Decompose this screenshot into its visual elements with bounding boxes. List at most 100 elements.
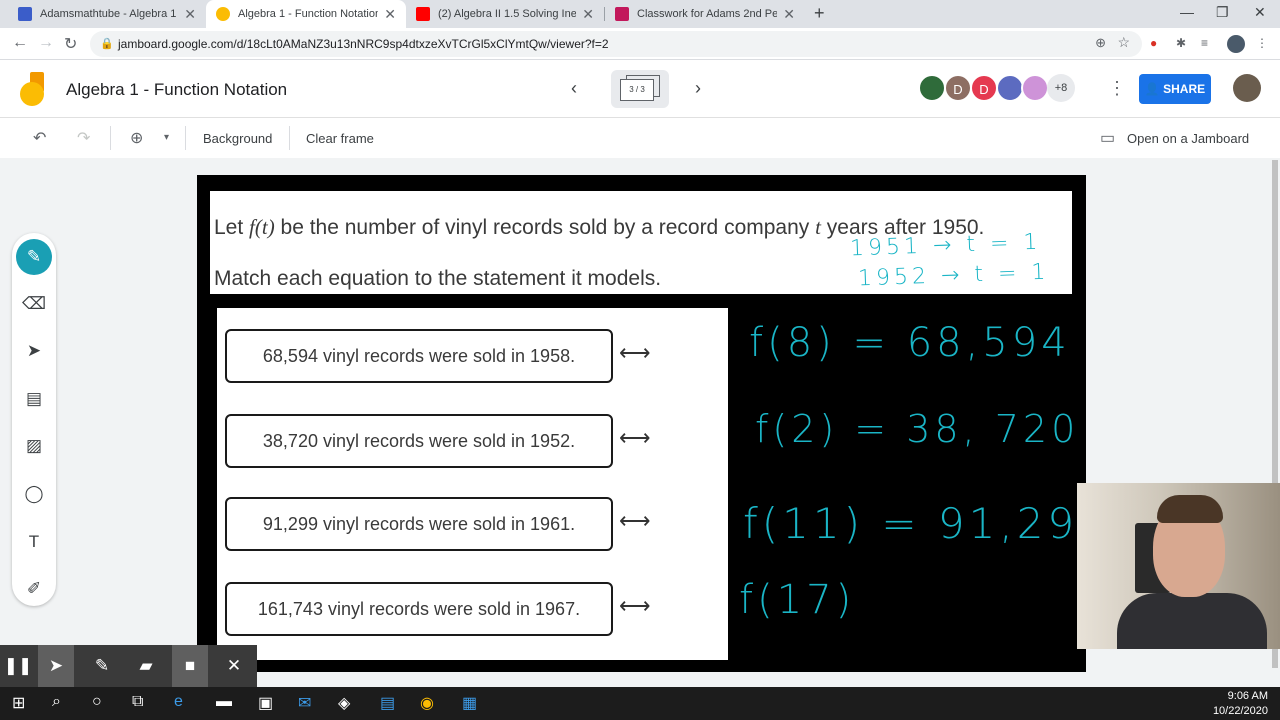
chrome-menu-icon[interactable]: ⋮ bbox=[1256, 36, 1268, 50]
collaborator-avatar[interactable] bbox=[918, 74, 946, 102]
app-window-icon[interactable]: ▦ bbox=[462, 693, 477, 713]
tab-title: Algebra 1 - Function Notation - G bbox=[238, 8, 379, 20]
cortana-icon[interactable]: ○ bbox=[92, 693, 102, 711]
account-avatar[interactable] bbox=[1233, 74, 1261, 102]
double-arrow-icon: ⟷ bbox=[619, 508, 651, 533]
sticky-note-tool-icon[interactable]: ▤ bbox=[18, 383, 50, 415]
pause-icon[interactable]: ❚❚ bbox=[0, 645, 36, 687]
url-text[interactable]: jamboard.google.com/d/18cLt0AMaNZ3u13nNR… bbox=[118, 37, 609, 51]
problem-image: Let f(t) be the number of vinyl records … bbox=[210, 191, 1072, 294]
browser-tab-youtube[interactable]: (2) Algebra II 1.5 Solving Inequali ✕ bbox=[406, 0, 604, 28]
select-tool-icon[interactable]: ➤ bbox=[18, 335, 50, 367]
add-image-tool-icon[interactable]: ▨ bbox=[18, 430, 50, 462]
youtube-favicon-icon bbox=[416, 7, 430, 21]
jamboard-toolbar: ↶ ↷ ⊕ ▾ Background Clear frame ▭ Open on… bbox=[0, 118, 1280, 158]
previous-frame-icon[interactable]: ‹ bbox=[571, 78, 577, 99]
webcam-overlay bbox=[1077, 483, 1280, 649]
document-title[interactable]: Algebra 1 - Function Notation bbox=[66, 80, 287, 100]
screen-recorder-toolbar: ❚❚ ➤ ✎ ▰ ■ ✕ bbox=[0, 645, 257, 687]
statements-panel: 68,594 vinyl records were sold in 1958. … bbox=[217, 308, 728, 660]
collaborator-avatar[interactable] bbox=[996, 74, 1024, 102]
close-icon[interactable]: ✕ bbox=[216, 645, 252, 687]
jamboard-logo[interactable] bbox=[20, 72, 48, 106]
next-frame-icon[interactable]: › bbox=[695, 78, 701, 99]
bookmark-star-icon[interactable]: ☆ bbox=[1117, 34, 1130, 51]
reload-icon[interactable]: ↻ bbox=[64, 34, 77, 54]
cast-to-jamboard-icon[interactable]: ▭ bbox=[1100, 128, 1115, 148]
collaborator-avatar[interactable] bbox=[1021, 74, 1049, 102]
close-tab-icon[interactable]: ✕ bbox=[384, 6, 396, 23]
collaborator-avatar[interactable]: D bbox=[970, 74, 998, 102]
minimize-icon[interactable]: — bbox=[1180, 4, 1194, 20]
task-view-icon[interactable]: ⧉ bbox=[132, 693, 143, 711]
eraser-tool-icon[interactable]: ⌫ bbox=[18, 288, 50, 320]
search-icon[interactable]: ⌕ bbox=[52, 693, 61, 711]
chrome-icon[interactable]: ◉ bbox=[420, 693, 434, 713]
remote-desktop-icon[interactable]: ▤ bbox=[380, 693, 395, 713]
statement-card: 161,743 vinyl records were sold in 1967. bbox=[225, 582, 613, 636]
system-clock[interactable]: 9:06 AM 10/22/2020 bbox=[1213, 689, 1268, 719]
frame-indicator: 3 / 3 bbox=[620, 79, 654, 101]
open-on-jamboard-button[interactable]: Open on a Jamboard bbox=[1127, 131, 1249, 146]
browser-tab-classroom[interactable]: Classwork for Adams 2nd Period ✕ bbox=[605, 0, 805, 28]
highlighter-icon[interactable]: ▰ bbox=[128, 645, 164, 687]
close-window-icon[interactable]: ✕ bbox=[1254, 4, 1266, 21]
close-tab-icon[interactable]: ✕ bbox=[582, 6, 594, 23]
double-arrow-icon: ⟷ bbox=[619, 340, 651, 365]
undo-icon[interactable]: ↶ bbox=[33, 128, 46, 148]
new-tab-icon[interactable]: + bbox=[814, 3, 825, 24]
windows-taskbar: ⊞ ⌕ ○ ⧉ e ▬ ▣ ✉ ◈ ▤ ◉ ▦ 9:06 AM 10/22/20… bbox=[0, 687, 1280, 720]
handwritten-note: 1951 → t = 1 bbox=[849, 229, 1042, 262]
frame-bar-button[interactable]: 3 / 3 bbox=[611, 70, 669, 108]
toolbar-divider bbox=[110, 126, 111, 150]
file-explorer-icon[interactable]: ▬ bbox=[216, 693, 232, 711]
clear-frame-button[interactable]: Clear frame bbox=[306, 131, 374, 146]
statement-card: 38,720 vinyl records were sold in 1952. bbox=[225, 414, 613, 468]
pen-icon[interactable]: ✎ bbox=[84, 645, 120, 687]
address-bar[interactable]: 🔒 jamboard.google.com/d/18cLt0AMaNZ3u13n… bbox=[90, 31, 1142, 57]
mail-icon[interactable]: ✉ bbox=[298, 693, 311, 713]
handwritten-equation: f(11) = 91,299 bbox=[743, 499, 1109, 548]
reading-list-icon[interactable]: ≡ bbox=[1201, 36, 1208, 50]
close-tab-icon[interactable]: ✕ bbox=[184, 6, 196, 23]
circle-shape-tool-icon[interactable]: ◯ bbox=[18, 478, 50, 510]
zoom-icon[interactable]: ⊕ bbox=[130, 128, 143, 148]
maximize-icon[interactable]: ❐ bbox=[1216, 4, 1229, 21]
store-icon[interactable]: ▣ bbox=[258, 693, 273, 713]
windows-start-icon[interactable]: ⊞ bbox=[12, 693, 25, 713]
webcam-icon[interactable]: ■ bbox=[172, 645, 208, 687]
more-collaborators-badge[interactable]: +8 bbox=[1047, 74, 1075, 102]
classroom-favicon-icon bbox=[615, 7, 629, 21]
pointer-icon[interactable]: ➤ bbox=[38, 645, 74, 687]
redo-icon[interactable]: ↷ bbox=[77, 128, 90, 148]
forward-arrow-icon[interactable]: → bbox=[38, 34, 54, 52]
share-button[interactable]: 👤 SHARE bbox=[1139, 74, 1211, 104]
statement-card: 68,594 vinyl records were sold in 1958. bbox=[225, 329, 613, 383]
pen-tool-icon[interactable]: ✎ bbox=[16, 239, 52, 275]
jam-canvas[interactable]: Let f(t) be the number of vinyl records … bbox=[197, 175, 1105, 672]
extension-icon[interactable]: ● bbox=[1150, 36, 1157, 50]
jamboard-header: Algebra 1 - Function Notation ‹ 3 / 3 › … bbox=[0, 60, 1280, 118]
back-arrow-icon[interactable]: ← bbox=[12, 34, 28, 52]
lock-icon: 🔒 bbox=[100, 38, 114, 50]
collaborator-avatar[interactable]: D bbox=[944, 74, 972, 102]
app-icon[interactable]: ◈ bbox=[338, 693, 350, 713]
close-tab-icon[interactable]: ✕ bbox=[783, 6, 795, 23]
background-button[interactable]: Background bbox=[203, 131, 272, 146]
browser-tab-jamboard[interactable]: Algebra 1 - Function Notation - G ✕ bbox=[206, 0, 406, 28]
browser-tab-adamsmathtube[interactable]: Adamsmathtube - Algebra 1 ✕ bbox=[8, 0, 206, 28]
browser-tab-strip: Adamsmathtube - Algebra 1 ✕ Algebra 1 - … bbox=[0, 0, 1280, 28]
chrome-profile-avatar[interactable] bbox=[1227, 35, 1245, 53]
jamboard-favicon-icon bbox=[216, 7, 230, 21]
puzzle-extensions-icon[interactable]: ✱ bbox=[1176, 36, 1186, 50]
edge-icon[interactable]: e bbox=[174, 693, 183, 711]
text-box-tool-icon[interactable]: T bbox=[18, 526, 50, 558]
share-label: SHARE bbox=[1163, 82, 1206, 96]
prompt-text: Let bbox=[214, 216, 250, 239]
toolbar-divider bbox=[289, 126, 290, 150]
laser-tool-icon[interactable]: ✐ bbox=[18, 573, 50, 605]
more-options-icon[interactable]: ⋮ bbox=[1108, 78, 1126, 99]
handwritten-equation: f(17) bbox=[739, 577, 856, 623]
chevron-down-icon[interactable]: ▾ bbox=[164, 132, 169, 143]
zoom-icon[interactable]: ⊕ bbox=[1095, 35, 1106, 51]
